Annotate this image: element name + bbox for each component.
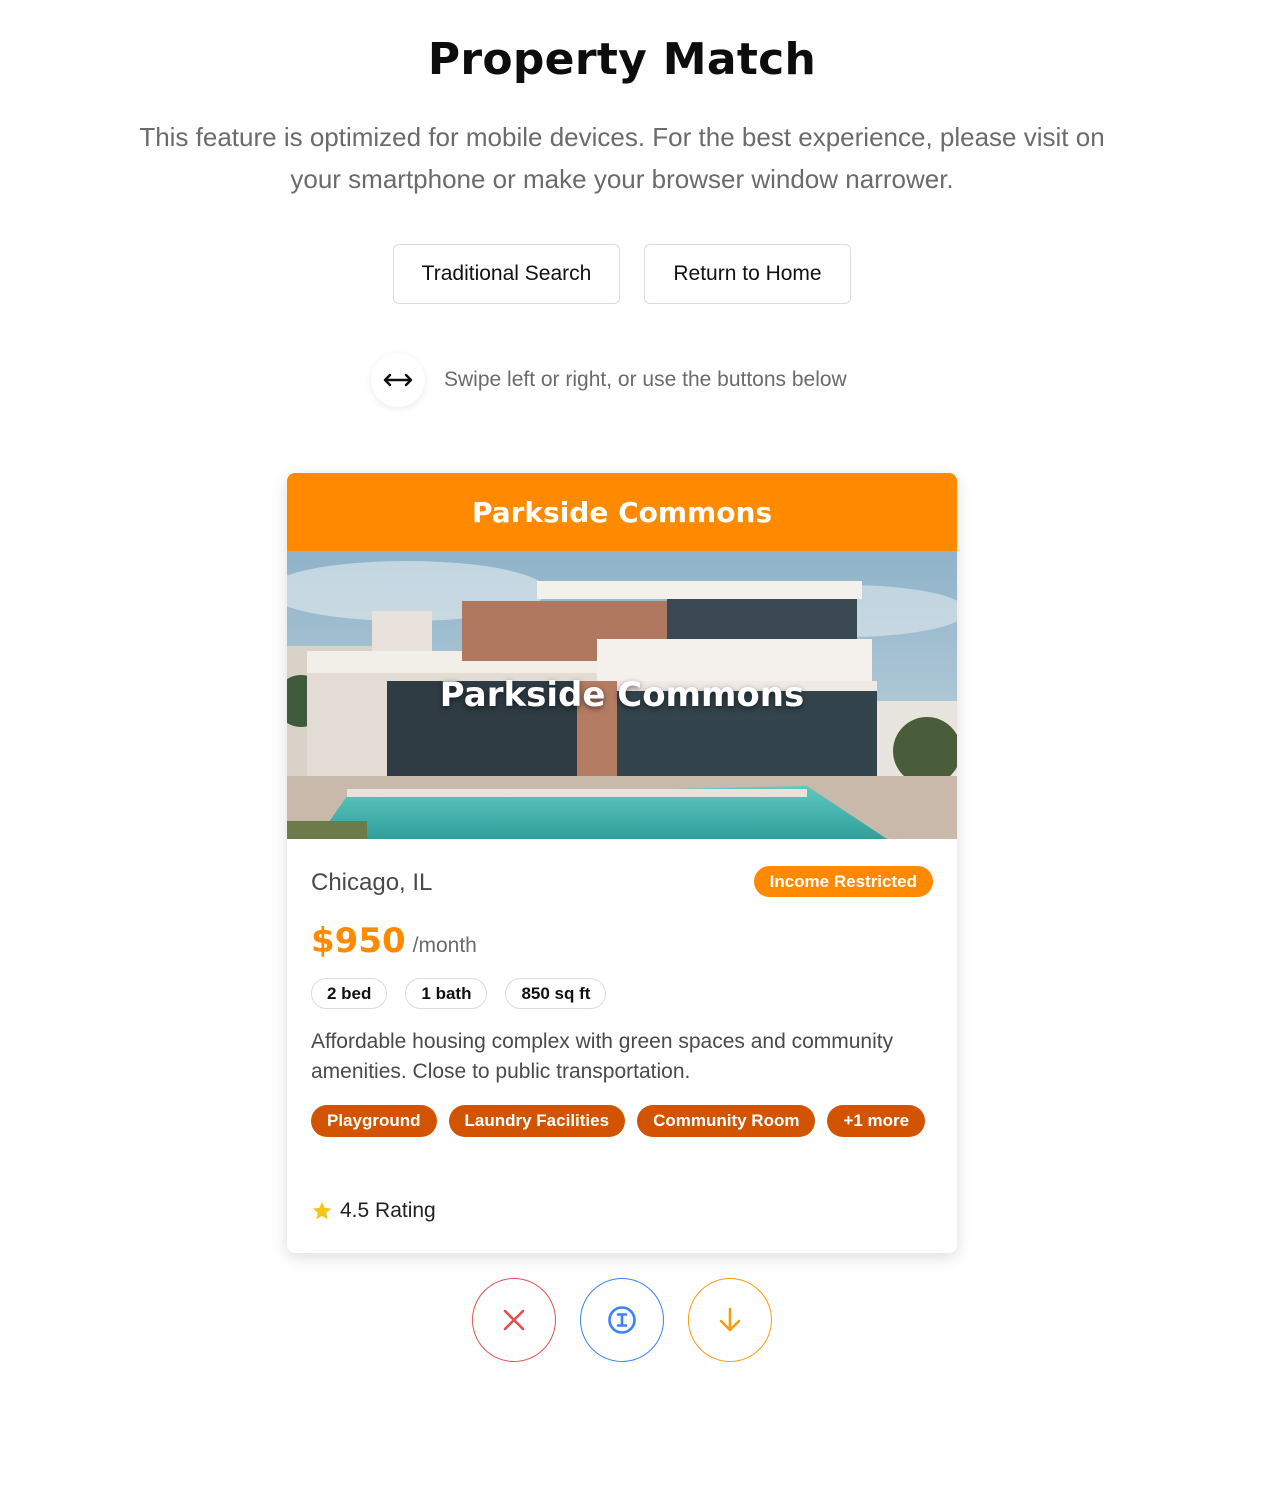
swipe-hint-text: Swipe left or right, or use the buttons … bbox=[444, 368, 847, 391]
arrow-down-icon bbox=[719, 1307, 741, 1332]
amenity-tag: Laundry Facilities bbox=[448, 1105, 626, 1137]
page-title: Property Match bbox=[427, 34, 817, 85]
property-specs: 2 bed 1 bath 850 sq ft bbox=[311, 978, 607, 1009]
spec-sqft: 850 sq ft bbox=[505, 978, 607, 1009]
card-actions bbox=[472, 1278, 772, 1362]
star-icon bbox=[312, 1201, 332, 1220]
swipe-arrows-icon bbox=[371, 353, 425, 407]
save-button[interactable] bbox=[688, 1278, 772, 1362]
price-row: $950 /month bbox=[311, 921, 477, 961]
amenity-tag: Playground bbox=[311, 1105, 437, 1137]
reject-button[interactable] bbox=[472, 1278, 556, 1362]
price-value: $950 bbox=[311, 921, 406, 961]
return-home-button[interactable]: Return to Home bbox=[644, 244, 851, 304]
property-description: Affordable housing complex with green sp… bbox=[311, 1030, 894, 1083]
traditional-search-button[interactable]: Traditional Search bbox=[393, 244, 620, 304]
income-restricted-badge: Income Restricted bbox=[753, 866, 933, 897]
spec-baths: 1 bath bbox=[405, 978, 488, 1009]
property-card[interactable]: Parkside Commons Parkside Commons Chicag… bbox=[287, 473, 957, 1253]
info-icon bbox=[608, 1306, 636, 1334]
card-header-title: Parkside Commons bbox=[287, 473, 957, 551]
mobile-optimized-notice: This feature is optimized for mobile dev… bbox=[139, 122, 1105, 194]
rating-text: 4.5 Rating bbox=[340, 1199, 436, 1222]
amenity-tags: Playground Laundry Facilities Community … bbox=[311, 1105, 941, 1137]
property-image: Parkside Commons bbox=[287, 551, 957, 839]
more-amenities-tag[interactable]: +1 more bbox=[827, 1105, 926, 1137]
swipe-hint: Swipe left or right, or use the buttons … bbox=[371, 352, 847, 408]
amenity-tag: Community Room bbox=[637, 1105, 816, 1137]
image-overlay-title: Parkside Commons bbox=[439, 675, 805, 715]
close-icon bbox=[503, 1309, 525, 1331]
price-unit: /month bbox=[412, 934, 477, 957]
info-button[interactable] bbox=[580, 1278, 664, 1362]
property-location: Chicago, IL bbox=[311, 869, 433, 896]
spec-beds: 2 bed bbox=[311, 978, 388, 1009]
property-rating: 4.5 Rating bbox=[311, 1199, 436, 1223]
